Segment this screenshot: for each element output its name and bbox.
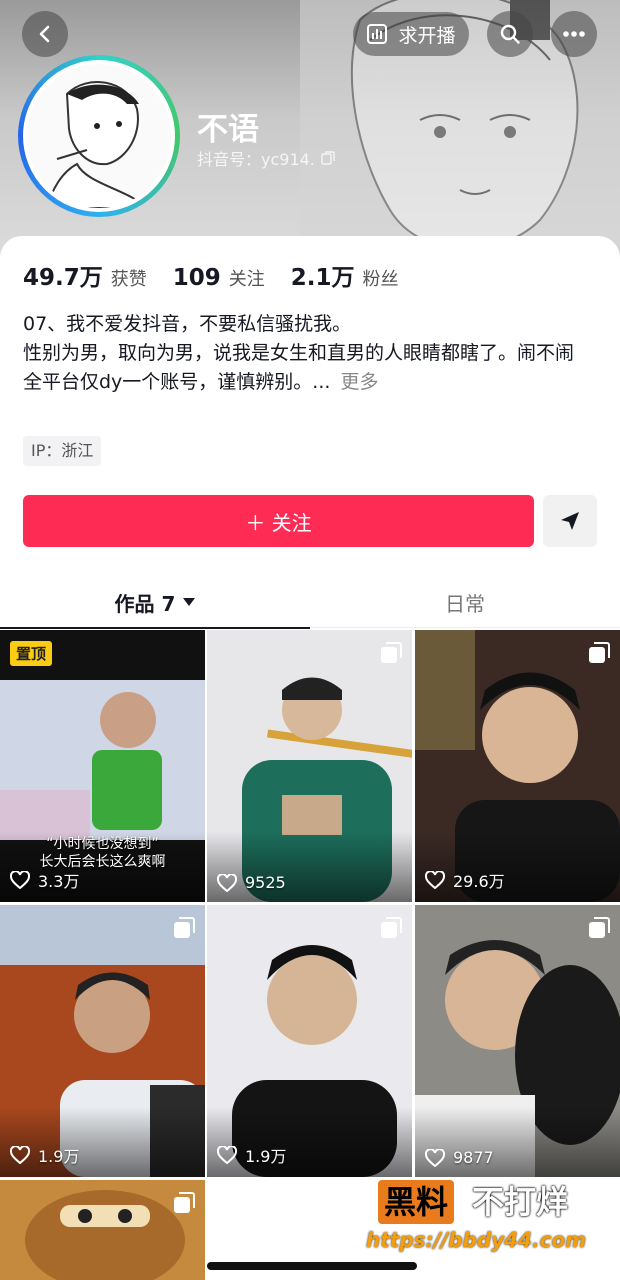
post-tile[interactable] <box>0 1180 205 1280</box>
post-tile[interactable]: 置顶 “小时候也没想到” 长大后会长这么爽啊 3.3万 <box>0 630 205 902</box>
profile-tabs: 作品 7 日常 <box>0 576 620 629</box>
bio-line: 07、我不爱发抖音，不要私信骚扰我。 <box>23 313 352 335</box>
search-icon <box>500 24 520 44</box>
stat-following[interactable]: 109 关注 <box>173 265 265 291</box>
post-likes: 9877 <box>425 1148 494 1167</box>
multi-image-icon <box>589 642 610 663</box>
tab-daily-label: 日常 <box>445 591 485 616</box>
request-live-label: 求开播 <box>398 24 456 47</box>
chevron-left-icon <box>39 25 50 43</box>
post-likes-count: 1.9万 <box>245 1147 287 1166</box>
heart-icon <box>10 871 30 889</box>
stat-followers[interactable]: 2.1万 粉丝 <box>291 258 399 292</box>
search-button[interactable] <box>487 11 533 57</box>
multi-image-icon <box>589 917 610 938</box>
bio-line-text: 全平台仅dy一个账号，谨慎辨别。... <box>23 371 331 393</box>
stat-likes-label: 获赞 <box>110 269 147 290</box>
post-likes-count: 9877 <box>453 1148 494 1167</box>
stat-followers-value: 2.1万 <box>290 265 355 291</box>
follow-button[interactable]: ＋ 关注 <box>23 495 534 547</box>
request-live-button[interactable]: 求开播 <box>353 12 469 56</box>
site-watermark: 黑料 不打烊 https://bbdy44.com <box>366 1176 610 1262</box>
pinned-badge: 置顶 <box>10 641 53 666</box>
tab-works[interactable]: 作品 7 <box>0 576 310 629</box>
share-button[interactable] <box>543 495 597 547</box>
bio-line-last: 全平台仅dy一个账号，谨慎辨别。... 更多 <box>23 368 603 397</box>
watermark-brand-text: 不打烊 <box>472 1183 569 1221</box>
home-indicator[interactable] <box>207 1262 417 1270</box>
stat-following-label: 关注 <box>228 269 265 290</box>
post-likes-count: 9525 <box>245 873 286 892</box>
post-tile[interactable]: 1.9万 <box>0 905 205 1177</box>
post-likes-count: 29.6万 <box>453 872 505 891</box>
avatar-ring[interactable] <box>18 55 180 217</box>
avatar <box>23 60 175 212</box>
multi-image-icon <box>174 917 195 938</box>
more-button[interactable] <box>551 11 597 57</box>
douyin-id: 抖音号：yc914. <box>197 150 315 169</box>
tab-daily[interactable]: 日常 <box>310 576 620 628</box>
post-likes: 1.9万 <box>217 1143 286 1167</box>
post-tile[interactable]: 9525 <box>207 630 412 902</box>
copy-icon[interactable] <box>321 151 335 165</box>
send-icon <box>561 512 579 530</box>
post-tile[interactable]: 29.6万 <box>415 630 620 902</box>
multi-image-icon <box>174 1192 195 1213</box>
watermark-brand-box: 黑料 <box>378 1180 455 1224</box>
post-likes: 29.6万 <box>425 868 505 892</box>
stat-followers-label: 粉丝 <box>362 269 399 290</box>
heart-icon <box>425 1148 445 1167</box>
heart-icon <box>10 1146 30 1164</box>
post-caption-line: “小时候也没想到” <box>46 836 159 852</box>
douyin-id-row[interactable]: 抖音号：yc914. <box>197 146 335 170</box>
post-likes: 1.9万 <box>10 1143 79 1167</box>
heart-icon <box>425 871 445 889</box>
post-likes-count: 1.9万 <box>38 1147 80 1166</box>
stat-following-value: 109 <box>172 265 221 291</box>
post-caption: “小时候也没想到” 长大后会长这么爽啊 <box>0 835 205 871</box>
avatar-sketch-image <box>27 64 171 208</box>
multi-image-icon <box>381 917 402 938</box>
post-tile[interactable]: 1.9万 <box>207 905 412 1177</box>
bio-more-link[interactable]: 更多 <box>340 371 378 393</box>
back-button[interactable] <box>22 11 68 57</box>
post-likes: 9525 <box>217 873 286 892</box>
bio-line: 性别为男，取向为男，说我是女生和直男的人眼睛都瞎了。闹不闹 <box>23 342 575 364</box>
tab-works-label: 作品 7 <box>114 591 176 616</box>
post-likes: 3.3万 <box>10 868 79 892</box>
post-tile[interactable]: 9877 <box>415 905 620 1177</box>
multi-image-icon <box>381 642 402 663</box>
post-likes-count: 3.3万 <box>38 872 80 891</box>
bar-chart-icon <box>367 24 388 44</box>
watermark-url: https://bbdy44.com <box>366 1228 587 1252</box>
stat-likes-value: 49.7万 <box>23 265 103 291</box>
bio: 07、我不爱发抖音，不要私信骚扰我。 性别为男，取向为男，说我是女生和直男的人眼… <box>23 310 603 397</box>
stats-row: 49.7万 获赞 109 关注 2.1万 粉丝 <box>23 258 399 292</box>
stat-likes: 49.7万 获赞 <box>23 258 147 292</box>
nickname: 不语 <box>197 112 259 148</box>
ip-location-tag: IP：浙江 <box>23 436 102 466</box>
profile-banner: 求开播 不语 抖音号：yc914. <box>0 0 620 260</box>
heart-icon <box>217 873 237 892</box>
profile-page: 求开播 不语 抖音号：yc914. 49.7万 获赞 109 关注 2.1万 粉… <box>0 0 620 1280</box>
heart-icon <box>217 1146 237 1164</box>
more-dots-icon <box>563 31 585 37</box>
caret-down-icon <box>183 597 196 606</box>
